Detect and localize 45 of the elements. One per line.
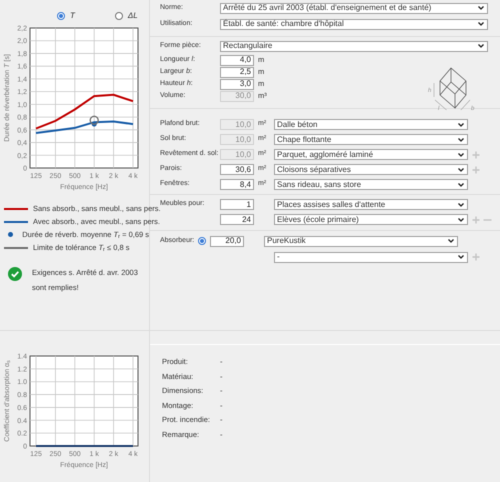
chevron-down-icon [458, 152, 464, 156]
chevron-down-icon [458, 138, 464, 142]
data-point [92, 122, 97, 127]
dropdown[interactable]: Sans rideau, sans store [274, 179, 468, 190]
input-field: 30,0 [220, 90, 254, 102]
input-field[interactable]: 4,0 [220, 54, 254, 66]
plus-icon[interactable] [472, 253, 480, 261]
chevron-down-icon [478, 6, 484, 10]
chevron-down-icon [458, 255, 464, 259]
dropdown[interactable]: Arrêté du 25 avril 2003 (établ. d'enseignement et de santé) [220, 2, 488, 14]
chevron-down-icon [478, 22, 484, 26]
radio-button[interactable] [198, 237, 206, 245]
chevron-down-icon [448, 239, 454, 243]
dropdown[interactable]: Elèves (école primaire) [274, 214, 468, 225]
radio-label: T [70, 10, 75, 22]
box-drawing [440, 68, 466, 109]
dimension-lines [434, 82, 470, 110]
input-field: 10,0 [220, 149, 254, 160]
input-field: 10,0 [220, 119, 254, 130]
radio-label: ΔL [128, 10, 138, 22]
plus-icon[interactable] [472, 216, 480, 224]
chevron-down-icon [458, 168, 464, 172]
input-field[interactable]: 1 [220, 199, 254, 210]
input-field[interactable]: 30,6 [220, 164, 254, 175]
dropdown[interactable]: Places assises salles d'attente [274, 199, 468, 210]
chevron-down-icon [458, 122, 464, 126]
input-field[interactable]: 2,5 [220, 66, 254, 78]
chevron-down-icon [478, 44, 484, 48]
dropdown[interactable]: Cloisons séparatives [274, 164, 468, 175]
chevron-down-icon [458, 182, 464, 186]
input-field: 10,0 [220, 134, 254, 145]
dropdown[interactable]: Rectangulaire [220, 40, 488, 52]
input-field[interactable]: 8,4 [220, 179, 254, 190]
input-field[interactable]: 20,0 [210, 236, 244, 246]
radio-button[interactable] [114, 12, 123, 20]
plus-icon[interactable] [472, 166, 480, 174]
chevron-down-icon [458, 218, 464, 222]
dropdown[interactable]: - [274, 252, 468, 262]
input-field[interactable]: 3,0 [220, 78, 254, 90]
chevron-down-icon [458, 202, 464, 206]
dropdown[interactable]: Établ. de santé: chambre d'hôpital [220, 18, 488, 30]
radio-button[interactable] [57, 12, 65, 20]
input-field[interactable]: 24 [220, 214, 254, 225]
dropdown[interactable]: PureKustik [264, 236, 458, 246]
tolerance-marker [90, 116, 99, 125]
